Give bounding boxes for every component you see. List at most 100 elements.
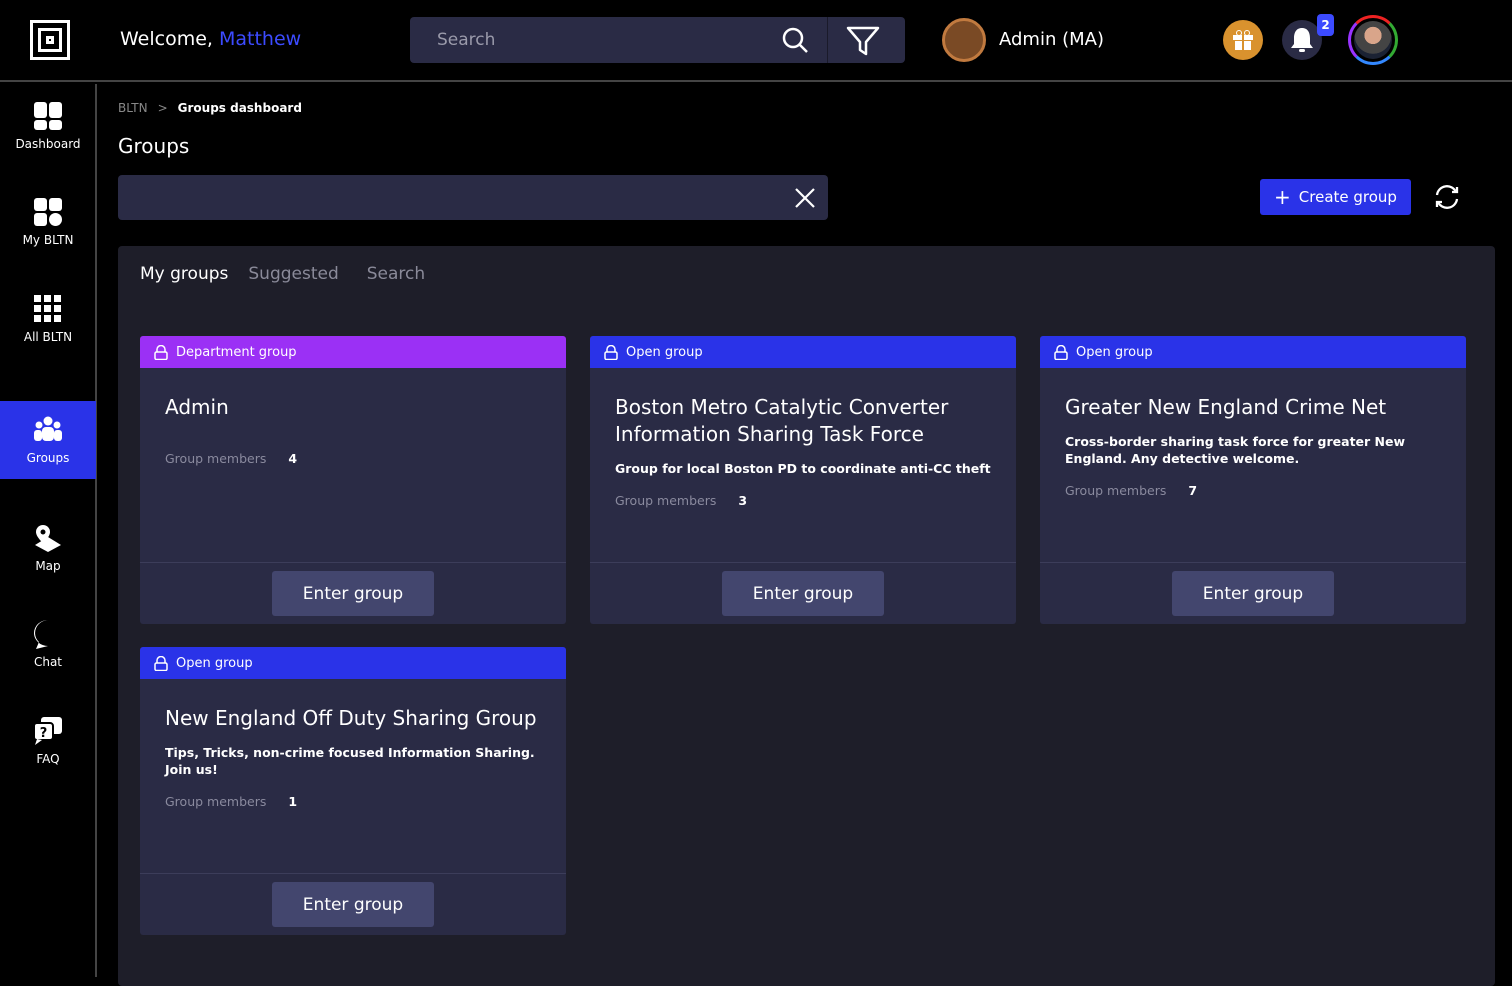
agency-name[interactable]: Admin (MA)	[999, 29, 1104, 50]
breadcrumb-current: Groups dashboard	[177, 101, 302, 115]
group-members-label: Group members	[615, 493, 717, 508]
group-filter-input[interactable]	[118, 175, 778, 220]
group-type-header: Open group	[1040, 336, 1466, 368]
group-name: Admin	[165, 395, 229, 419]
page-title: Groups	[118, 134, 190, 158]
group-type-header: Open group	[140, 647, 566, 679]
welcome-label: Welcome,	[120, 28, 213, 50]
tab-my-groups[interactable]: My groups	[140, 264, 228, 284]
avatar[interactable]	[1348, 15, 1398, 65]
lock-icon	[154, 655, 168, 671]
group-type: Open group	[1076, 344, 1153, 360]
sidebar-item-label: Chat	[33, 655, 63, 669]
group-type: Open group	[626, 344, 703, 360]
search-icon[interactable]	[782, 27, 808, 53]
sidebar-item-groups[interactable]: Groups	[0, 401, 96, 479]
group-members-label: Group members	[1065, 483, 1167, 498]
gift-icon	[1233, 30, 1253, 50]
group-name: New England Off Duty Sharing Group	[165, 706, 537, 730]
tab-suggested[interactable]: Suggested	[248, 264, 338, 284]
group-type-header: Open group	[590, 336, 1016, 368]
group-type: Open group	[176, 655, 253, 671]
enter-group-button[interactable]: Enter group	[722, 571, 884, 616]
sidebar-item-map[interactable]: Map	[0, 509, 96, 587]
chat-icon	[34, 620, 56, 649]
group-card-body: Boston Metro Catalytic Converter Informa…	[590, 368, 1016, 562]
sidebar-item-faq[interactable]: ? FAQ	[0, 702, 96, 780]
sidebar-item-all-bltn[interactable]: All BLTN	[0, 280, 96, 358]
refresh-icon[interactable]	[1432, 182, 1462, 212]
group-filter	[118, 175, 828, 220]
filter-icon[interactable]	[846, 26, 880, 56]
bell-icon	[1291, 28, 1313, 52]
my-bltn-icon	[34, 198, 62, 226]
group-members-label: Group members	[165, 451, 267, 466]
sidebar-item-label: All BLTN	[23, 330, 73, 344]
group-card: Open group Greater New England Crime Net…	[1040, 336, 1466, 624]
group-members-count: 7	[1188, 483, 1198, 498]
tab-search[interactable]: Search	[367, 264, 425, 284]
lock-icon	[604, 344, 618, 360]
sidebar-item-label: FAQ	[36, 752, 60, 766]
sidebar-item-label: Dashboard	[15, 137, 81, 151]
group-card-footer: Enter group	[140, 873, 566, 935]
group-description: Tips, Tricks, non-crime focused Informat…	[165, 745, 535, 777]
close-icon[interactable]	[793, 186, 817, 210]
plus-icon: +	[1274, 185, 1291, 209]
faq-icon: ?	[33, 717, 62, 745]
group-card: Open group New England Off Duty Sharing …	[140, 647, 566, 935]
enter-group-button[interactable]: Enter group	[272, 571, 434, 616]
lock-icon	[1054, 344, 1068, 360]
enter-group-button[interactable]: Enter group	[272, 882, 434, 927]
search-input[interactable]	[410, 17, 828, 63]
group-description: Cross-border sharing task force for grea…	[1065, 434, 1406, 466]
create-group-label: Create group	[1298, 188, 1397, 206]
agency-logo-icon	[942, 18, 986, 62]
group-members-count: 3	[738, 493, 748, 508]
tab-bar: My groups Suggested Search	[140, 264, 425, 284]
enter-group-button[interactable]: Enter group	[1172, 571, 1334, 616]
lock-icon	[154, 344, 168, 360]
breadcrumb-root[interactable]: BLTN	[118, 101, 148, 115]
create-group-button[interactable]: + Create group	[1260, 179, 1411, 215]
groups-panel: My groups Suggested Search Department gr…	[118, 246, 1495, 986]
sidebar-item-label: Groups	[26, 451, 70, 465]
group-members: Group members 4	[165, 451, 541, 466]
global-search	[410, 17, 905, 63]
group-card-body: Greater New England Crime Net Cross-bord…	[1040, 368, 1466, 562]
breadcrumb: BLTN > Groups dashboard	[118, 101, 302, 115]
grid-icon	[34, 295, 61, 322]
group-name: Greater New England Crime Net	[1065, 395, 1387, 419]
group-card-body: New England Off Duty Sharing Group Tips,…	[140, 679, 566, 873]
group-card: Open group Boston Metro Catalytic Conver…	[590, 336, 1016, 624]
user-name: Matthew	[219, 28, 302, 50]
group-members-count: 1	[288, 794, 298, 809]
welcome-text: Welcome, Matthew	[120, 28, 301, 50]
notifications-button[interactable]	[1282, 20, 1322, 60]
gift-button[interactable]	[1223, 20, 1263, 60]
dashboard-icon	[34, 102, 62, 130]
group-card-body: Admin Group members 4	[140, 368, 566, 562]
sidebar-item-my-bltn[interactable]: My BLTN	[0, 183, 96, 261]
sidebar: Dashboard My BLTN All BLTN Groups Map Ch…	[0, 84, 97, 977]
svg-text:?: ?	[40, 726, 48, 741]
group-members: Group members 7	[1065, 483, 1441, 498]
group-card-footer: Enter group	[140, 562, 566, 624]
top-bar: Welcome, Matthew Admin (MA) 2	[0, 0, 1512, 82]
group-members: Group members 3	[615, 493, 991, 508]
group-card-footer: Enter group	[1040, 562, 1466, 624]
map-icon	[35, 525, 61, 552]
sidebar-item-label: Map	[35, 559, 61, 573]
sidebar-item-label: My BLTN	[22, 233, 74, 247]
group-members-count: 4	[288, 451, 298, 466]
group-card: Department group Admin Group members 4 En…	[140, 336, 566, 624]
sidebar-item-dashboard[interactable]: Dashboard	[0, 87, 96, 165]
sidebar-item-chat[interactable]: Chat	[0, 605, 96, 683]
group-members: Group members 1	[165, 794, 541, 809]
notification-badge: 2	[1317, 14, 1334, 36]
group-name: Boston Metro Catalytic Converter Informa…	[615, 395, 949, 446]
logo-icon[interactable]	[30, 20, 70, 60]
group-type-header: Department group	[140, 336, 566, 368]
divider	[827, 17, 828, 63]
breadcrumb-separator: >	[157, 101, 168, 115]
